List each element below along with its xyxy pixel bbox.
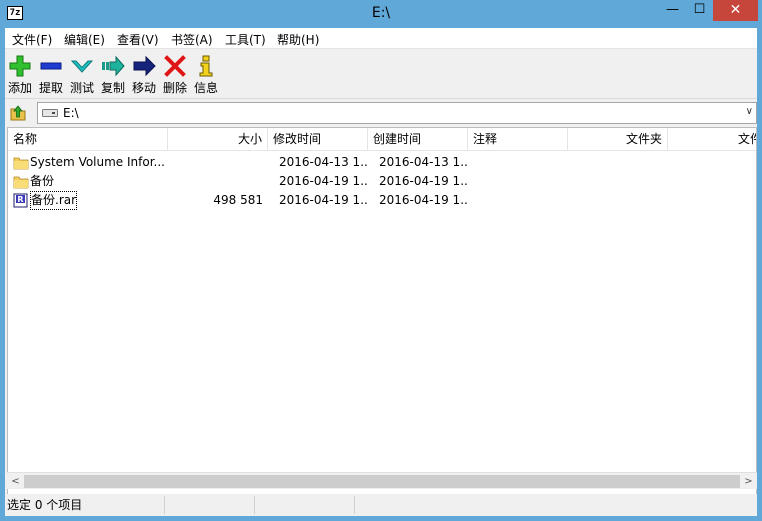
- scroll-left-icon[interactable]: <: [7, 473, 24, 490]
- file-modified: 2016-04-19 1...: [279, 193, 368, 207]
- file-size: 498 581: [213, 193, 263, 207]
- menu-edit[interactable]: 编辑(E): [64, 31, 105, 48]
- file-size: [168, 153, 268, 172]
- rar-archive-icon: R: [13, 193, 28, 208]
- up-folder-icon[interactable]: [8, 103, 28, 123]
- status-panel-3: [255, 496, 355, 514]
- horizontal-scrollbar[interactable]: < >: [7, 472, 757, 489]
- chevron-down-icon[interactable]: ∨: [746, 106, 753, 117]
- info-button[interactable]: 信息: [191, 52, 221, 96]
- folder-icon: [13, 176, 29, 189]
- extract-label: 提取: [38, 81, 63, 95]
- drive-icon: [42, 109, 58, 117]
- list-item[interactable]: 备份 2016-04-19 1... 2016-04-19 1...: [8, 172, 756, 191]
- minimize-button[interactable]: —: [659, 0, 686, 21]
- scroll-right-icon[interactable]: >: [740, 473, 757, 490]
- move-button[interactable]: 移动: [129, 52, 159, 96]
- delete-button[interactable]: 删除: [160, 52, 190, 96]
- menu-file[interactable]: 文件(F): [12, 31, 52, 48]
- menu-help[interactable]: 帮助(H): [277, 31, 319, 48]
- window-title: E:\: [371, 5, 391, 21]
- move-label: 移动: [131, 81, 156, 95]
- list-header: 名称 大小 修改时间 创建时间 注释 文件夹 文件: [8, 128, 756, 151]
- maximize-button[interactable]: ☐: [686, 0, 713, 21]
- status-panel-4: [355, 496, 757, 514]
- extract-button[interactable]: 提取: [36, 52, 66, 96]
- column-created[interactable]: 创建时间: [368, 128, 468, 151]
- title-bar[interactable]: 7z E:\ — ☐ ✕: [0, 0, 762, 28]
- test-button[interactable]: 测试: [67, 52, 97, 96]
- folder-icon: [13, 157, 29, 170]
- copy-button[interactable]: 复制: [98, 52, 128, 96]
- column-comment[interactable]: 注释: [468, 128, 568, 151]
- status-panel-2: [165, 496, 255, 514]
- close-button[interactable]: ✕: [713, 0, 758, 21]
- add-button[interactable]: 添加: [5, 52, 35, 96]
- add-icon: [9, 55, 31, 77]
- delete-label: 删除: [162, 81, 187, 95]
- status-bar: 选定 0 个项目: [5, 494, 757, 516]
- status-selection: 选定 0 个项目: [5, 496, 165, 514]
- delete-icon: [164, 55, 186, 77]
- test-label: 测试: [69, 81, 94, 95]
- list-item[interactable]: R 备份.rar 498 581 2016-04-19 1... 2016-04…: [8, 191, 756, 210]
- file-created: 2016-04-13 1...: [379, 155, 468, 169]
- address-path: E:\: [63, 106, 79, 120]
- file-name: System Volume Infor...: [30, 155, 165, 169]
- info-label: 信息: [193, 81, 218, 95]
- column-files[interactable]: 文件: [668, 128, 756, 151]
- address-input[interactable]: E:\ ∨: [37, 102, 757, 124]
- column-size[interactable]: 大小: [168, 128, 268, 151]
- test-icon: [70, 60, 94, 73]
- column-modified[interactable]: 修改时间: [268, 128, 368, 151]
- address-bar: E:\ ∨: [5, 100, 757, 126]
- file-modified: 2016-04-19 1...: [279, 174, 368, 188]
- menu-bookmarks[interactable]: 书签(A): [171, 31, 213, 48]
- app-window: 7z E:\ — ☐ ✕ 文件(F) 编辑(E) 查看(V) 书签(A) 工具(…: [0, 0, 762, 521]
- copy-icon: [102, 55, 125, 77]
- file-list[interactable]: 名称 大小 修改时间 创建时间 注释 文件夹 文件 System Volume …: [7, 127, 757, 495]
- file-created: 2016-04-19 1...: [379, 193, 468, 207]
- add-label: 添加: [7, 81, 32, 95]
- list-item[interactable]: System Volume Infor... 2016-04-13 1... 2…: [8, 153, 756, 172]
- file-modified: 2016-04-13 1...: [279, 155, 368, 169]
- toolbar: 添加 提取 测试 复制 移动 删除 信息: [5, 50, 757, 99]
- column-name[interactable]: 名称: [8, 128, 168, 151]
- svg-text:R: R: [17, 195, 23, 204]
- extract-icon: [40, 62, 62, 70]
- file-size: [168, 172, 268, 191]
- scrollbar-thumb[interactable]: [24, 475, 740, 488]
- menu-bar: 文件(F) 编辑(E) 查看(V) 书签(A) 工具(T) 帮助(H): [5, 28, 757, 49]
- copy-label: 复制: [100, 81, 125, 95]
- column-folders[interactable]: 文件夹: [568, 128, 668, 151]
- menu-tools[interactable]: 工具(T): [225, 31, 266, 48]
- file-name: 备份.rar: [30, 191, 78, 210]
- menu-view[interactable]: 查看(V): [117, 31, 159, 48]
- move-icon: [133, 55, 156, 77]
- client-area: 文件(F) 编辑(E) 查看(V) 书签(A) 工具(T) 帮助(H) 添加 提…: [5, 28, 757, 516]
- file-created: 2016-04-19 1...: [379, 174, 468, 188]
- file-name: 备份: [30, 174, 55, 188]
- info-icon: [199, 55, 213, 77]
